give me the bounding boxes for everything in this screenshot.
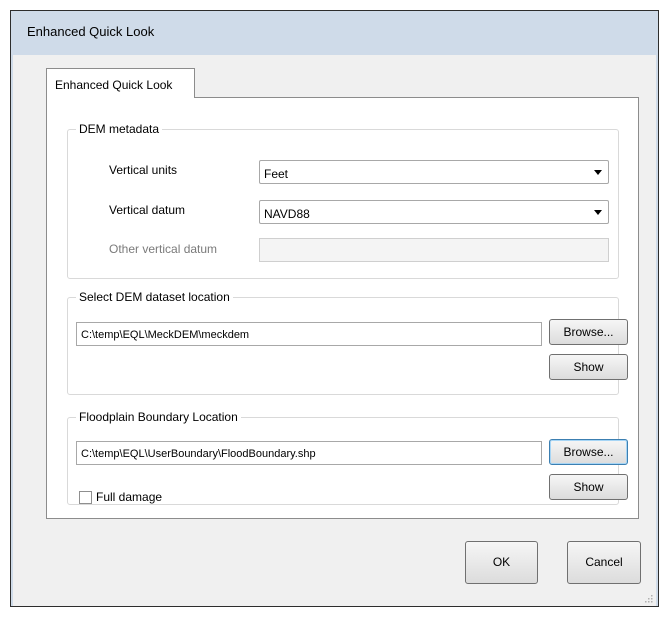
floodplain-path-value: C:\temp\EQL\UserBoundary\FloodBoundary.s… (81, 448, 316, 460)
tab-label: Enhanced Quick Look (55, 78, 173, 92)
floodplain-path-field[interactable]: C:\temp\EQL\UserBoundary\FloodBoundary.s… (76, 441, 542, 465)
dem-path-value: C:\temp\EQL\MeckDEM\meckdem (81, 329, 250, 341)
ok-button[interactable]: OK (465, 541, 538, 584)
dialog-client-area: Enhanced Quick Look DEM metadata Vertica… (13, 55, 656, 606)
full-damage-checkbox[interactable] (79, 491, 92, 504)
vertical-datum-select[interactable]: NAVD88 (259, 200, 609, 224)
vertical-datum-value: NAVD88 (264, 207, 310, 221)
chevron-down-icon (594, 210, 602, 215)
floodplain-browse-label: Browse... (563, 445, 614, 459)
floodplain-boundary-title: Floodplain Boundary Location (76, 410, 241, 424)
cancel-label: Cancel (585, 555, 623, 569)
tab-enhanced-quick-look[interactable]: Enhanced Quick Look (46, 68, 195, 98)
floodplain-show-label: Show (573, 480, 604, 494)
dem-show-label: Show (573, 360, 604, 374)
floodplain-show-button[interactable]: Show (549, 474, 628, 500)
dem-path-field[interactable]: C:\temp\EQL\MeckDEM\meckdem (76, 322, 542, 346)
full-damage-label[interactable]: Full damage (96, 490, 162, 504)
resize-grip-icon[interactable] (643, 593, 653, 603)
other-vertical-datum-label: Other vertical datum (109, 242, 218, 256)
dem-browse-label: Browse... (563, 325, 614, 339)
vertical-units-label: Vertical units (109, 163, 178, 177)
dem-browse-button[interactable]: Browse... (549, 319, 628, 345)
dem-metadata-group: DEM metadata Vertical units Feet Vertica… (67, 122, 619, 279)
vertical-datum-label: Vertical datum (109, 203, 186, 217)
enhanced-quick-look-dialog: Enhanced Quick Look Enhanced Quick Look … (10, 10, 659, 607)
tab-page: DEM metadata Vertical units Feet Vertica… (46, 97, 639, 519)
dem-show-button[interactable]: Show (549, 354, 628, 380)
dem-location-group: Select DEM dataset location C:\temp\EQL\… (67, 290, 628, 395)
floodplain-boundary-group: Floodplain Boundary Location C:\temp\EQL… (67, 410, 628, 505)
dem-location-title: Select DEM dataset location (76, 290, 233, 304)
floodplain-browse-button[interactable]: Browse... (549, 439, 628, 465)
title-bar[interactable]: Enhanced Quick Look (11, 11, 658, 55)
vertical-units-select[interactable]: Feet (259, 160, 609, 184)
window-title: Enhanced Quick Look (27, 24, 155, 39)
other-vertical-datum-field (259, 238, 609, 262)
cancel-button[interactable]: Cancel (567, 541, 641, 584)
ok-label: OK (492, 555, 511, 569)
vertical-units-value: Feet (264, 167, 289, 181)
chevron-down-icon (594, 170, 602, 175)
dem-metadata-title: DEM metadata (76, 122, 163, 136)
